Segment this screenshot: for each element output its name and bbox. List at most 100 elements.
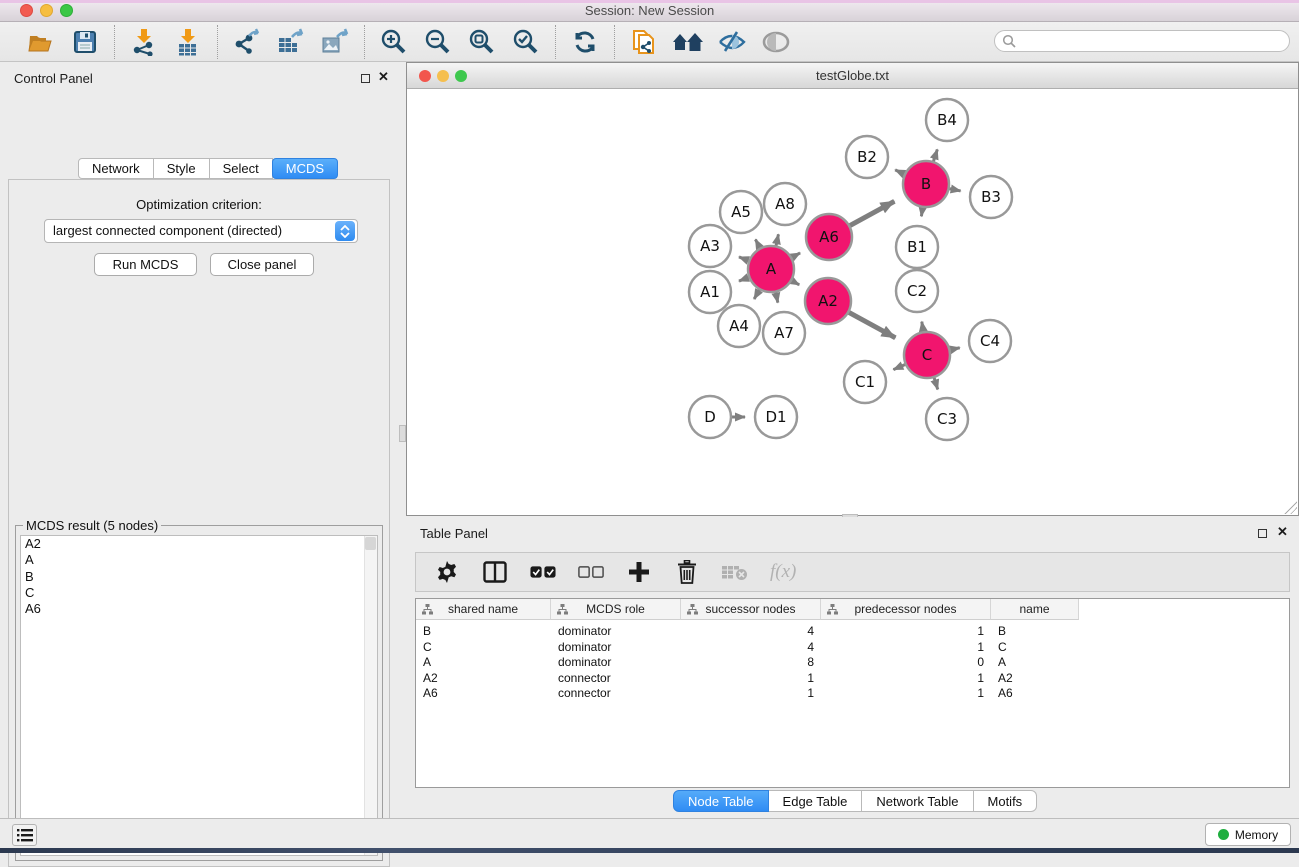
table-row[interactable]: Bdominator41B: [416, 624, 1079, 640]
column-header-successor-nodes[interactable]: successor nodes: [681, 599, 821, 620]
table-cell[interactable]: 1: [681, 686, 821, 702]
tab-network-table[interactable]: Network Table: [862, 790, 973, 812]
export-network-icon[interactable]: [231, 27, 263, 57]
graph-node-label: A1: [700, 283, 720, 301]
close-panel-icon[interactable]: ✕: [378, 69, 389, 85]
close-panel-button[interactable]: Close panel: [210, 253, 314, 276]
app-title: Session: New Session: [0, 3, 1299, 18]
task-history-button[interactable]: [12, 824, 37, 846]
network-canvas[interactable]: AA1A2A3A4A5A6A7A8BB1B2B3B4CC1C2C3C4DD1: [407, 89, 1298, 515]
table-cell[interactable]: dominator: [551, 640, 681, 656]
table-panel: Table Panel ✕ f(x) shared nameMCDS roles…: [406, 517, 1299, 818]
table-cell[interactable]: connector: [551, 686, 681, 702]
table-cell[interactable]: A: [416, 655, 551, 671]
control-panel: Control Panel ✕ Network Style Select MCD…: [0, 62, 400, 818]
table-cell[interactable]: A2: [416, 671, 551, 687]
delete-column-trash-icon[interactable]: [674, 559, 700, 585]
zoom-in-icon[interactable]: [378, 27, 410, 57]
table-row[interactable]: Cdominator41C: [416, 640, 1079, 656]
save-session-icon[interactable]: [69, 27, 101, 57]
duplicate-network-icon[interactable]: [628, 27, 660, 57]
memory-button[interactable]: Memory: [1205, 823, 1291, 846]
table-cell[interactable]: B: [416, 624, 551, 640]
table-cell[interactable]: 4: [681, 640, 821, 656]
open-file-icon[interactable]: [25, 27, 57, 57]
network-canvas-svg[interactable]: AA1A2A3A4A5A6A7A8BB1B2B3B4CC1C2C3C4DD1: [407, 89, 1298, 515]
add-column-icon[interactable]: [626, 559, 652, 585]
graph-edge-A2-C[interactable]: [846, 311, 895, 338]
settings-gear-icon[interactable]: [434, 559, 460, 585]
tab-style[interactable]: Style: [154, 158, 210, 179]
table-cell[interactable]: dominator: [551, 655, 681, 671]
control-panel-tabs: Network Style Select MCDS: [78, 158, 338, 179]
table-cell[interactable]: 4: [681, 624, 821, 640]
zoom-out-icon[interactable]: [422, 27, 454, 57]
table-row[interactable]: Adominator80A: [416, 655, 1079, 671]
tab-select[interactable]: Select: [210, 158, 273, 179]
table-cell[interactable]: C: [991, 640, 1079, 656]
table-cell[interactable]: 0: [821, 655, 991, 671]
export-table-icon[interactable]: [275, 27, 307, 57]
show-all-columns-icon[interactable]: [530, 559, 556, 585]
column-header-MCDS-role[interactable]: MCDS role: [551, 599, 681, 620]
list-icon: [17, 829, 33, 842]
result-scrollbar-thumb[interactable]: [365, 537, 376, 550]
table-cell[interactable]: A2: [991, 671, 1079, 687]
table-cell[interactable]: C: [416, 640, 551, 656]
refresh-icon[interactable]: [569, 27, 601, 57]
graph-node-label: C1: [855, 373, 875, 391]
tab-mcds[interactable]: MCDS: [272, 158, 338, 179]
graph-node-label: B4: [937, 111, 957, 129]
float-panel-icon[interactable]: [361, 74, 370, 83]
tab-edge-table[interactable]: Edge Table: [769, 790, 863, 812]
optimization-criterion-label: Optimization criterion:: [9, 197, 389, 212]
window-resize-grip[interactable]: [1283, 500, 1297, 514]
network-window-titlebar[interactable]: testGlobe.txt: [407, 63, 1298, 89]
zoom-fit-icon[interactable]: [466, 27, 498, 57]
table-toolbar: f(x): [415, 552, 1290, 592]
table-cell[interactable]: 1: [681, 671, 821, 687]
column-header-name[interactable]: name: [991, 599, 1079, 620]
mcds-result-title: MCDS result (5 nodes): [23, 518, 161, 533]
column-header-predecessor-nodes[interactable]: predecessor nodes: [821, 599, 991, 620]
graph-node-label: D1: [765, 408, 786, 426]
import-table-icon[interactable]: [172, 27, 204, 57]
close-panel-icon[interactable]: ✕: [1277, 524, 1288, 540]
search-input[interactable]: [1016, 32, 1289, 50]
table-cell[interactable]: 8: [681, 655, 821, 671]
table-cell[interactable]: B: [991, 624, 1079, 640]
table-cell[interactable]: connector: [551, 671, 681, 687]
graph-edge-A6-B[interactable]: [847, 201, 894, 227]
table-cell[interactable]: A6: [991, 686, 1079, 702]
table-cell[interactable]: 1: [821, 624, 991, 640]
graph-node-label: A4: [729, 317, 749, 335]
table-cell[interactable]: 1: [821, 640, 991, 656]
tab-node-table[interactable]: Node Table: [673, 790, 769, 812]
table-cell[interactable]: A6: [416, 686, 551, 702]
show-graphics-details-icon[interactable]: [760, 27, 792, 57]
export-image-icon[interactable]: [319, 27, 351, 57]
tab-network[interactable]: Network: [78, 158, 154, 179]
hide-all-columns-icon[interactable]: [578, 559, 604, 585]
float-panel-icon[interactable]: [1258, 529, 1267, 538]
graph-node-label: C2: [907, 282, 927, 300]
node-table[interactable]: shared nameMCDS rolesuccessor nodesprede…: [415, 598, 1290, 788]
table-row[interactable]: A2connector11A2: [416, 671, 1079, 687]
tab-motifs[interactable]: Motifs: [974, 790, 1038, 812]
table-cell[interactable]: A: [991, 655, 1079, 671]
table-cell[interactable]: 1: [821, 671, 991, 687]
optimization-criterion-select[interactable]: largest connected component (directed): [44, 219, 358, 243]
import-network-icon[interactable]: [128, 27, 160, 57]
hide-graphics-details-icon[interactable]: [716, 27, 748, 57]
splitter-handle-vertical[interactable]: [399, 425, 406, 442]
split-view-icon[interactable]: [482, 559, 508, 585]
table-cell[interactable]: dominator: [551, 624, 681, 640]
table-cell[interactable]: 1: [821, 686, 991, 702]
zoom-selected-icon[interactable]: [510, 27, 542, 57]
result-scrollbar[interactable]: [364, 536, 377, 855]
search-field[interactable]: [994, 30, 1290, 52]
home-icon[interactable]: [672, 27, 704, 57]
column-header-shared-name[interactable]: shared name: [416, 599, 551, 620]
run-mcds-button[interactable]: Run MCDS: [94, 253, 197, 276]
table-row[interactable]: A6connector11A6: [416, 686, 1079, 702]
